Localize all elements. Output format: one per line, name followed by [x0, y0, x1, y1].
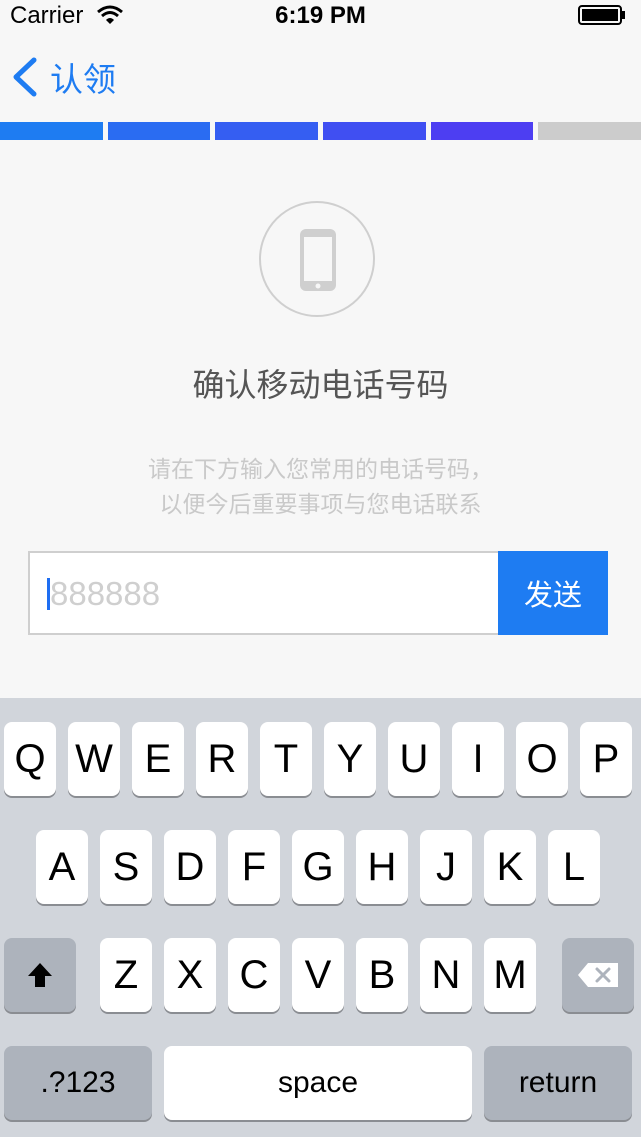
send-button[interactable]: 发送	[498, 551, 608, 635]
key-z[interactable]: Z	[100, 938, 152, 1012]
key-l[interactable]: L	[548, 830, 600, 904]
progress-step-complete	[215, 122, 319, 140]
key-q[interactable]: Q	[4, 722, 56, 796]
navigation-bar: 认领	[0, 30, 641, 122]
progress-step-complete	[107, 122, 211, 140]
key-w[interactable]: W	[68, 722, 120, 796]
space-key[interactable]: space	[164, 1046, 472, 1120]
progress-step-complete	[0, 122, 103, 140]
backspace-icon	[578, 963, 618, 987]
key-b[interactable]: B	[356, 938, 408, 1012]
key-m[interactable]: M	[484, 938, 536, 1012]
key-y[interactable]: Y	[324, 722, 376, 796]
delete-key[interactable]	[562, 938, 634, 1012]
progress-steps	[0, 122, 641, 140]
key-x[interactable]: X	[164, 938, 216, 1012]
keyboard: QWERTYUIOP ASDFGHJKL ZXCVBNM .?123 space…	[0, 698, 641, 1137]
numbers-key[interactable]: .?123	[4, 1046, 152, 1120]
chevron-left-icon	[13, 57, 37, 97]
return-key[interactable]: return	[484, 1046, 632, 1120]
key-p[interactable]: P	[580, 722, 632, 796]
description-line-2: 以便今后重要事项与您电话联系	[159, 492, 482, 518]
page-title: 确认移动电话号码	[192, 366, 449, 404]
shift-key[interactable]	[4, 938, 76, 1012]
progress-step-pending	[538, 122, 641, 140]
key-e[interactable]: E	[132, 722, 184, 796]
progress-step-complete	[430, 122, 534, 140]
key-t[interactable]: T	[260, 722, 312, 796]
key-a[interactable]: A	[36, 830, 88, 904]
phone-number-input[interactable]	[50, 572, 490, 616]
key-u[interactable]: U	[388, 722, 440, 796]
key-g[interactable]: G	[292, 830, 344, 904]
key-k[interactable]: K	[484, 830, 536, 904]
key-r[interactable]: R	[196, 722, 248, 796]
status-bar: Carrier 6:19 PM	[0, 0, 641, 30]
battery-icon	[578, 5, 625, 25]
key-i[interactable]: I	[452, 722, 504, 796]
key-c[interactable]: C	[228, 938, 280, 1012]
back-label: 认领	[50, 60, 116, 99]
back-button[interactable]: 认领	[10, 55, 116, 99]
description-line-1: 请在下方输入您常用的电话号码，	[148, 457, 493, 483]
key-v[interactable]: V	[292, 938, 344, 1012]
progress-step-complete	[323, 122, 426, 140]
key-j[interactable]: J	[420, 830, 472, 904]
key-f[interactable]: F	[228, 830, 280, 904]
key-o[interactable]: O	[516, 722, 568, 796]
key-n[interactable]: N	[420, 938, 472, 1012]
key-h[interactable]: H	[356, 830, 408, 904]
smartphone-icon	[300, 229, 336, 291]
shift-arrow-icon	[28, 963, 52, 987]
key-s[interactable]: S	[100, 830, 152, 904]
status-time: 6:19 PM	[275, 2, 366, 29]
key-d[interactable]: D	[164, 830, 216, 904]
